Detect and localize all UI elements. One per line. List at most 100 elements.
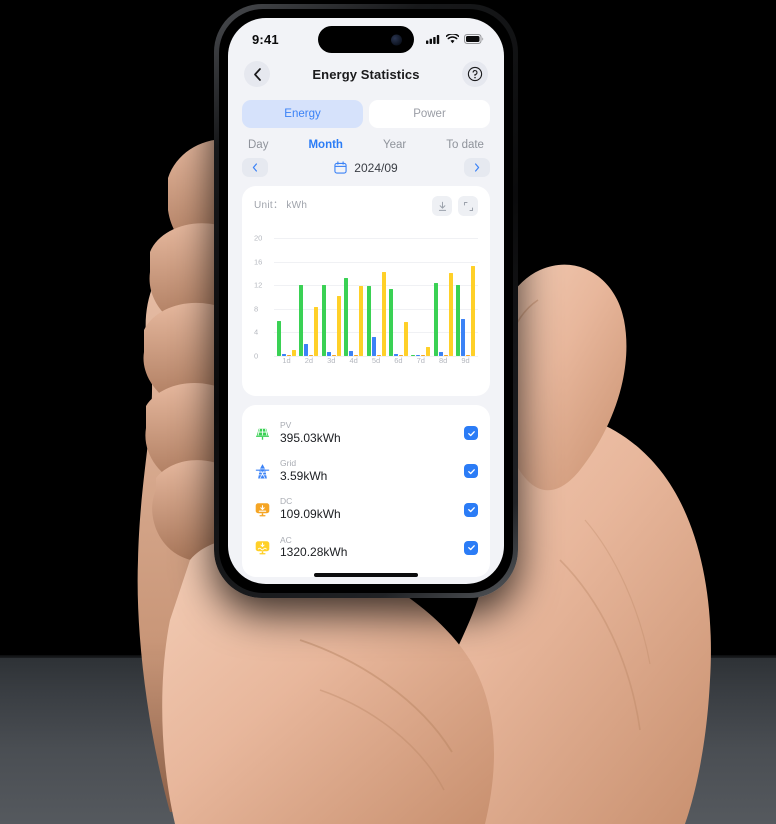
legend-checkbox[interactable] [464, 540, 478, 555]
chevron-right-icon [474, 163, 480, 172]
bar-pv [388, 288, 393, 356]
legend-row[interactable]: PV 395.03kWh [254, 414, 478, 452]
checkmark-icon [467, 545, 475, 551]
bar-ac [403, 321, 408, 356]
fullscreen-button[interactable] [458, 196, 478, 216]
legend-card: PV 395.03kWh Grid 3.59kWh DC 109.09kWh AC 13… [242, 405, 490, 577]
chart-bars [274, 238, 478, 356]
x-axis-tick: 2d [304, 356, 314, 365]
question-mark-circle-icon [467, 66, 483, 82]
legend-text: Grid 3.59kWh [280, 458, 455, 484]
bar-pv [277, 320, 281, 356]
period-tab-month[interactable]: Month [308, 139, 342, 151]
bar-group[interactable] [344, 238, 364, 356]
x-axis-tick: 9d [461, 356, 470, 365]
bar-group[interactable] [277, 238, 296, 356]
legend-row[interactable]: AC 1320.28kWh [254, 529, 478, 567]
mode-segmented-control: Energy Power [242, 100, 490, 128]
period-tab-to-date[interactable]: To date [446, 139, 484, 151]
bar-group[interactable] [388, 238, 408, 356]
previous-period-button[interactable] [242, 158, 268, 177]
y-axis-tick: 8 [254, 304, 259, 314]
segment-energy[interactable]: Energy [242, 100, 363, 128]
bar-group[interactable] [366, 238, 386, 356]
legend-row[interactable]: Grid 3.59kWh [254, 452, 478, 490]
bar-ac [426, 347, 431, 356]
legend-checkbox[interactable] [464, 464, 478, 479]
checkmark-icon [467, 468, 475, 474]
x-axis-tick: 5d [371, 356, 381, 365]
legend-item-value: 1320.28kWh [280, 545, 348, 560]
bar-ac [314, 307, 319, 356]
checkmark-icon [467, 430, 475, 436]
legend-text: AC 1320.28kWh [280, 535, 455, 561]
legend-text: DC 109.09kWh [280, 496, 455, 522]
y-axis-tick: 20 [254, 233, 263, 243]
legend-item-name: PV [280, 420, 292, 430]
calendar-icon [334, 161, 347, 174]
cellular-signal-icon [426, 35, 440, 44]
bar-grid [371, 337, 376, 356]
next-period-button[interactable] [463, 158, 490, 177]
solar-panel-icon [254, 425, 271, 442]
phone-screen: 9:41 Energy Statistics Energy Power Day … [228, 18, 504, 584]
period-tabs: Day Month Year To date [248, 139, 484, 151]
bar-group[interactable] [456, 238, 475, 356]
x-axis-tick: 7d [416, 356, 425, 365]
download-icon [438, 201, 446, 211]
x-axis-tick: 3d [327, 356, 336, 365]
bar-ac [359, 286, 364, 356]
y-axis-tick: 0 [254, 351, 259, 361]
help-button[interactable] [462, 61, 488, 87]
date-value: 2024/09 [354, 160, 398, 175]
bar-pv [321, 284, 326, 356]
bar-grid [304, 343, 309, 356]
legend-text: PV 395.03kWh [280, 420, 455, 446]
legend-item-value: 3.59kWh [280, 468, 328, 483]
phone-device: 9:41 Energy Statistics Energy Power Day … [214, 4, 518, 598]
bar-group[interactable] [411, 238, 431, 356]
chart-header: Unit： kWh [254, 196, 478, 216]
segment-power[interactable]: Power [369, 100, 490, 128]
period-tab-year[interactable]: Year [383, 139, 406, 151]
back-button[interactable] [244, 61, 270, 87]
legend-checkbox[interactable] [464, 502, 478, 517]
y-axis-tick: 12 [254, 280, 263, 290]
bar-group[interactable] [433, 238, 453, 356]
date-display[interactable]: 2024/09 [334, 160, 398, 175]
y-axis-tick: 16 [254, 257, 263, 267]
download-button[interactable] [432, 196, 452, 216]
bar-pv [456, 284, 460, 356]
legend-item-name: AC [280, 534, 292, 545]
bar-ac [381, 272, 386, 356]
y-axis-tick: 4 [254, 327, 259, 337]
bar-pv [344, 278, 349, 356]
period-tab-day[interactable]: Day [248, 139, 268, 151]
legend-row[interactable]: DC 109.09kWh [254, 490, 478, 528]
battery-icon [464, 34, 484, 44]
status-bar: 9:41 [228, 18, 504, 56]
power-tower-icon [254, 463, 271, 480]
x-axis-tick: 8d [438, 356, 448, 365]
legend-item-value: 109.09kWh [280, 507, 341, 522]
bar-grid [461, 318, 465, 356]
bar-ac [336, 296, 341, 356]
page-title: Energy Statistics [312, 66, 420, 82]
x-axis-tick: 1d [282, 356, 291, 365]
chart-card: Unit： kWh 0 4 8 12 16 20 1d 2d 3d 4d 5d … [242, 186, 490, 396]
bar-group[interactable] [321, 238, 341, 356]
phone-bezel: 9:41 Energy Statistics Energy Power Day … [219, 9, 513, 593]
home-indicator[interactable] [314, 573, 418, 577]
chart-actions [432, 196, 478, 216]
fullscreen-icon [463, 201, 473, 211]
chart-x-axis: 1d 2d 3d 4d 5d 6d 7d 8d 9d [274, 356, 478, 370]
legend-checkbox[interactable] [464, 426, 478, 441]
bar-pv [299, 284, 304, 356]
wifi-icon [446, 34, 459, 44]
unit-label: Unit： kWh [254, 200, 308, 211]
bar-pv [433, 283, 438, 356]
chevron-left-icon [252, 163, 257, 172]
bar-group[interactable] [299, 238, 319, 356]
dc-inverter-icon [254, 501, 271, 518]
legend-item-name: DC [280, 496, 293, 507]
